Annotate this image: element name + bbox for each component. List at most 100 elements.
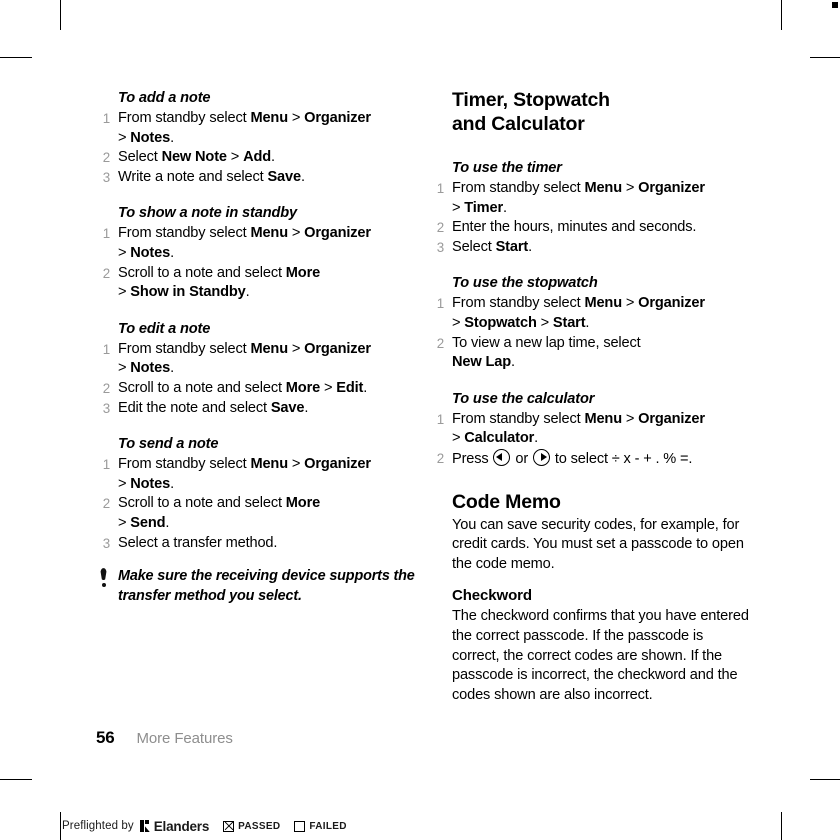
step-text-run: > (118, 514, 131, 531)
step-text-run: From standby select (452, 295, 585, 312)
right-column: Timer, Stopwatch and Calculator To use t… (430, 88, 750, 705)
step-number: 3 (102, 400, 110, 416)
menu-term: Organizer (638, 295, 705, 312)
step-text-run: From standby select (118, 340, 251, 357)
page-title: Timer, Stopwatch and Calculator (452, 89, 610, 135)
calculator-step-list: 2 Press or to select ÷ x - + . % =. (430, 448, 750, 470)
list-item: 3 Select a transfer method. (96, 534, 416, 554)
section-use-calculator: To use the calculator 1 From standby sele… (430, 389, 750, 470)
menu-term: More (285, 495, 321, 512)
step-text-run: Select (452, 238, 496, 255)
preflight-prefix: Preflighted by (62, 820, 134, 832)
step-text-run: > (287, 110, 305, 126)
preflight-brand: Elanders (153, 818, 210, 834)
step-text-run: . (170, 360, 174, 377)
step-text: Select a transfer method. (118, 535, 277, 551)
section-edit-note: To edit a note 1 From standby select Menu… (96, 319, 416, 418)
menu-term: Organizer (304, 456, 371, 473)
list-item: 1 From standby select Menu > Organizer > N… (96, 224, 416, 263)
step-text-run: Scroll to a note and select (118, 264, 286, 281)
step-text-run: Scroll to a note and select (118, 379, 286, 396)
step-number: 2 (436, 335, 444, 351)
step-text-before: Press (452, 450, 493, 467)
list-item: 1 From standby select Menu > Organizer > N… (96, 340, 416, 379)
step-number: 1 (102, 457, 110, 473)
step-number: 2 (102, 380, 110, 396)
list-item: 1 From standby select Menu > Organizer > T… (430, 179, 750, 218)
step-text-run: . (170, 475, 174, 492)
page-number: 56 (96, 728, 115, 747)
step-text-run: Write a note and select (118, 168, 268, 185)
step-text: From standby select Menu > Organizer > No… (118, 456, 371, 492)
step-text: Edit the note and select Save. (118, 400, 308, 416)
checkword-heading: Checkword (452, 587, 532, 605)
checkbox-checked-icon (223, 820, 235, 832)
step-text-run: . (165, 514, 170, 531)
step-text-run: > (452, 199, 465, 216)
step-text-run: Enter the hours, minutes and seconds. (452, 219, 697, 236)
code-memo-heading: Code Memo (452, 490, 561, 513)
code-memo-body: You can save security codes, for example… (452, 516, 744, 572)
step-text-run: > (118, 360, 131, 377)
step-text: Scroll to a note and select More > Show i… (118, 265, 320, 301)
step-text-run: From standby select (118, 456, 251, 473)
section-heading: To add a note (118, 90, 211, 106)
step-text-run: From standby select (452, 410, 585, 427)
step-text-run: > (287, 340, 305, 357)
step-text-run: From standby select (118, 225, 251, 242)
crop-mark-left-bottom (0, 779, 32, 780)
crop-mark-top-left (60, 0, 61, 30)
list-item: 1 From standby select Menu > Organizer > S… (430, 294, 750, 333)
step-text-run: . (170, 129, 174, 146)
step-text-run: > (226, 149, 244, 166)
step-text-run: From standby select (452, 180, 585, 196)
step-list: 1 From standby select Menu > Organizer > S… (430, 294, 750, 372)
menu-term: Show in Standby (130, 284, 246, 301)
list-item: 3 Write a note and select Save. (96, 168, 416, 188)
nav-key-left-icon (493, 448, 511, 466)
step-text-run: . (170, 244, 174, 261)
step-text: From standby select Menu > Organizer > St… (452, 295, 705, 331)
step-list: 1 From standby select Menu > Organizer > N… (96, 340, 416, 418)
step-text-run: Scroll to a note and select (118, 495, 286, 512)
step-text-run: > (452, 430, 465, 447)
running-head: More Features (136, 730, 233, 747)
section-heading: To use the stopwatch (452, 275, 598, 292)
list-item: 2 To view a new lap time, select New Lap. (430, 334, 750, 373)
step-text: Select Start. (452, 239, 532, 255)
menu-term: Save (267, 168, 301, 185)
nav-key-right-icon (532, 448, 550, 466)
tip-text: Make sure the receiving device supports … (118, 568, 415, 604)
menu-term: Organizer (304, 225, 371, 242)
step-text-run: . (503, 199, 507, 216)
step-text-run: > (118, 244, 131, 261)
preflight-passed-label: PASSED (238, 820, 281, 832)
menu-term: Timer (464, 199, 504, 216)
step-text-run: > (621, 180, 639, 196)
step-text: From standby select Menu > Organizer > Ca… (452, 411, 705, 447)
step-text-run: . (510, 354, 515, 371)
menu-term: Menu (584, 180, 622, 196)
preflight-stamp: Preflighted by Elanders PASSED FAILED (62, 816, 347, 836)
menu-term: Notes (130, 475, 171, 492)
manual-page: To add a note 1 From standby select Menu … (0, 0, 840, 840)
step-text: From standby select Menu > Organizer > No… (118, 225, 371, 261)
list-item: 2 Press or to select ÷ x - + . % =. (430, 448, 750, 470)
section-use-timer: To use the timer 1 From standby select Me… (430, 158, 750, 257)
menu-term: New Note (161, 149, 227, 166)
menu-term: Menu (250, 456, 288, 473)
step-list: 1 From standby select Menu > Organizer > C… (430, 410, 750, 449)
step-list: 1 From standby select Menu > Organizer > N… (96, 109, 416, 187)
crop-mark-left-top (0, 57, 32, 58)
menu-term: New Lap (452, 354, 511, 371)
step-text-run: Select (118, 149, 162, 166)
menu-term: Save (270, 399, 305, 416)
step-number: 3 (102, 169, 110, 185)
step-text-run: . (534, 430, 539, 447)
list-item: 2 Enter the hours, minutes and seconds. (430, 218, 750, 238)
step-text-run: > (118, 284, 131, 301)
list-item: 2 Scroll to a note and select More > Edit… (96, 379, 416, 399)
